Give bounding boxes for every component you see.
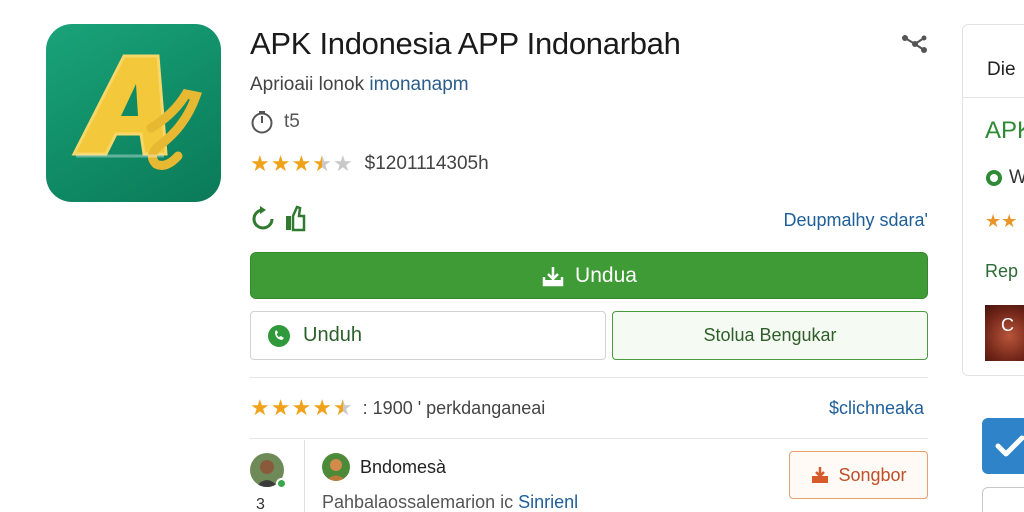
side-app-name[interactable]: APK — [985, 117, 1024, 145]
meta-row: t5 — [250, 110, 300, 134]
install-button-label: Stolua Bengukar — [703, 325, 837, 345]
check-circle-icon — [986, 170, 1002, 186]
review-text: Pahbalaossalemarion ic Sinrienl — [322, 492, 578, 512]
side-card: Die APK W ★★ Rep C — [962, 24, 1024, 376]
star-icon: ★ — [332, 395, 353, 420]
review-summary: ★ ★ ★ ★ ★ : 1900 ' perkdanganeai — [250, 397, 545, 419]
reviewer-name: Bndomesà — [360, 456, 447, 477]
star-icon: ★ — [312, 395, 332, 420]
unduh-button[interactable]: Unduh — [250, 311, 606, 360]
clock-icon — [251, 111, 273, 134]
download-button-label: Undua — [575, 263, 637, 287]
reviewer: Bndomesà — [322, 453, 446, 481]
install-button[interactable]: Stolua Bengukar — [612, 311, 928, 360]
divider — [250, 438, 928, 439]
download-icon — [542, 266, 564, 286]
review-rating-stars: ★ ★ ★ ★ ★ — [250, 397, 353, 419]
app-subtitle: Aprioaii lonok imonanapm — [250, 74, 469, 96]
developer-link[interactable]: Deupmalhy sdara' — [783, 210, 928, 231]
app-title: APK Indonesia APP Indonarbah — [250, 26, 681, 61]
side-check-text: W — [1009, 167, 1024, 189]
subtitle-link[interactable]: imonanapm — [369, 74, 468, 95]
review-body: Pahbalaossalemarion ic — [322, 492, 519, 512]
star-icon: ★ — [312, 151, 332, 176]
unduh-button-label: Unduh — [303, 324, 362, 346]
thumb-up-icon[interactable] — [284, 204, 306, 232]
check-icon — [995, 435, 1024, 457]
meta-value: t5 — [284, 111, 300, 132]
side-rep-text: Rep — [985, 261, 1019, 281]
app-icon — [46, 24, 221, 202]
download-button[interactable]: Undua — [250, 252, 928, 299]
star-icon: ★ — [291, 151, 312, 176]
subtitle-text: Aprioaii lonok — [250, 74, 370, 95]
see-all-reviews-link[interactable]: $clichneaka — [829, 398, 924, 419]
quick-icons — [250, 204, 306, 232]
side-thumb-text: C — [1001, 315, 1014, 335]
star-icon: ★ — [291, 395, 312, 420]
review-avatar-column: 3 — [250, 440, 305, 512]
star-icon: ★ — [250, 151, 270, 176]
share-icon[interactable] — [900, 32, 928, 56]
side-card-heading: Die — [987, 59, 1016, 80]
divider — [963, 97, 1024, 98]
star-icon: ★ — [270, 395, 291, 420]
rating-text: $1201114305h — [364, 153, 489, 174]
report-button[interactable]: Songbor — [789, 451, 928, 499]
review-count: 3 — [256, 496, 265, 512]
app-rating-stars: ★ ★ ★ ★ ★ — [250, 153, 353, 175]
whatsapp-icon — [268, 324, 290, 347]
side-thumbnail[interactable]: C — [985, 305, 1024, 361]
rating-row: ★ ★ ★ ★ ★ $1201114305h — [250, 153, 489, 175]
refresh-icon[interactable] — [250, 204, 276, 232]
divider — [250, 377, 928, 378]
side-small-button[interactable] — [982, 487, 1024, 512]
online-status-dot — [276, 478, 287, 489]
review-link[interactable]: Sinrienl — [518, 492, 578, 512]
review-summary-text: : 1900 ' perkdanganeai — [362, 397, 546, 418]
star-icon: ★ — [250, 395, 270, 420]
side-check-row: W — [985, 167, 1024, 189]
star-icon: ★ — [270, 151, 291, 176]
check-button[interactable] — [982, 418, 1024, 474]
report-icon — [812, 467, 829, 483]
star-icon: ★ — [332, 151, 353, 176]
report-button-label: Songbor — [838, 464, 907, 485]
side-stars: ★★ — [985, 211, 1018, 231]
reviewer-avatar[interactable] — [322, 453, 350, 481]
